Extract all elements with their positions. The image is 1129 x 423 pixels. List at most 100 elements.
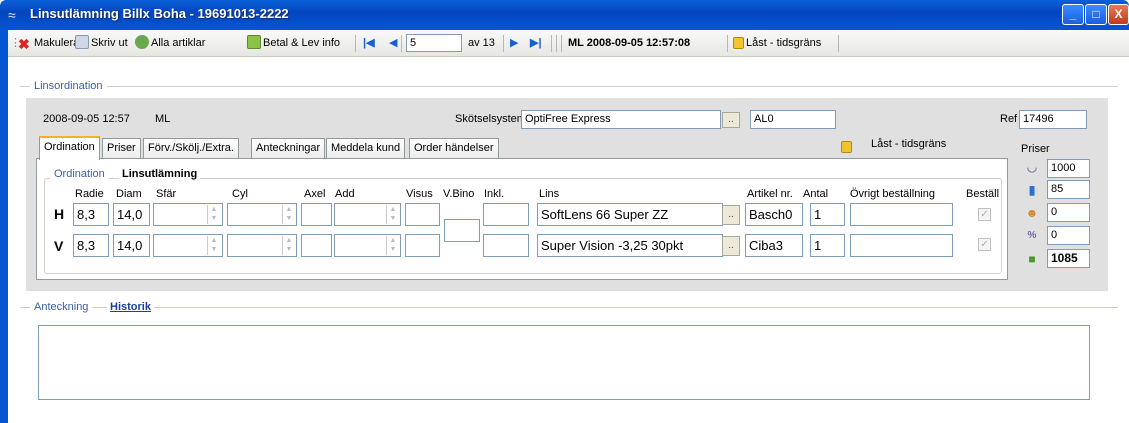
all-articles-button[interactable]: Alla artiklar	[135, 35, 205, 52]
axel-field-v[interactable]	[301, 234, 332, 257]
col-diam: Diam	[116, 188, 142, 200]
first-record-button[interactable]: |◀	[363, 35, 375, 52]
sfar-spinner-v[interactable]: ▲ ▼	[207, 236, 220, 255]
col-axel: Axel	[304, 188, 326, 200]
sfar-spinner-h[interactable]: ▲ ▼	[207, 205, 220, 224]
eye-label-h: H	[54, 206, 65, 222]
lock-icon	[841, 141, 852, 153]
notes-textarea[interactable]	[38, 325, 1090, 400]
axel-field-h[interactable]	[301, 203, 332, 226]
historik-link[interactable]: Historik	[107, 301, 154, 313]
printer-icon	[75, 35, 89, 49]
care-code-field[interactable]: AL0	[750, 110, 836, 129]
anteckning-legend: Anteckning	[30, 301, 93, 313]
other-order-field-h[interactable]	[850, 203, 953, 226]
diam-field-h[interactable]: 14,0	[113, 203, 150, 226]
radie-field-v[interactable]: 8,3	[73, 234, 109, 257]
qty-field-v[interactable]: 1	[810, 234, 845, 257]
col-visus: Visus	[406, 188, 433, 200]
col-bestall: Beställ	[966, 188, 1000, 200]
col-vbino: V.Bino	[443, 188, 475, 200]
previous-record-button[interactable]: ◀	[389, 35, 397, 52]
order-checkbox-v[interactable]: ✓	[978, 238, 991, 251]
care-system-field[interactable]: OptiFree Express	[521, 110, 721, 129]
prices-label: Priser	[1021, 143, 1050, 155]
lens-browse-button-h[interactable]: ..	[722, 205, 740, 225]
inkl-field-h[interactable]	[483, 203, 529, 226]
tab-forvaring[interactable]: Förv./Skölj./Extra.	[143, 138, 239, 158]
lock-icon	[733, 37, 744, 49]
window-border	[0, 30, 8, 423]
visus-field-h[interactable]	[405, 203, 440, 226]
pay-delivery-button[interactable]: Betal & Lev info	[247, 35, 340, 52]
tab-ordination[interactable]: Ordination	[39, 136, 100, 160]
col-inkl: Inkl.	[484, 188, 505, 200]
article-field-h[interactable]: Basch0	[745, 203, 803, 226]
record-number-input[interactable]: 5	[406, 34, 462, 52]
print-button[interactable]: Skriv ut	[75, 35, 128, 52]
cyl-spinner-v[interactable]: ▲ ▼	[282, 236, 295, 255]
lock-status-text: Låst - tidsgräns	[871, 138, 947, 150]
tab-priser[interactable]: Priser	[102, 138, 141, 158]
last-record-button[interactable]: ▶|	[530, 35, 542, 52]
record-total: av 13	[468, 37, 495, 49]
lens-browse-button-v[interactable]: ..	[722, 236, 740, 256]
visus-field-v[interactable]	[405, 234, 440, 257]
ref-label: Ref	[1000, 113, 1018, 125]
col-antal: Antal	[803, 188, 829, 200]
add-spinner-v[interactable]: ▲ ▼	[386, 236, 399, 255]
tab-anteckningar[interactable]: Anteckningar	[251, 138, 326, 158]
diam-field-v[interactable]: 14,0	[113, 234, 150, 257]
toolbar-separator	[561, 35, 562, 52]
lens-field-v[interactable]: Super Vision -3,25 30pkt	[537, 234, 723, 257]
care-system-browse-button[interactable]: ..	[722, 112, 740, 128]
next-record-button[interactable]: ▶	[510, 35, 518, 52]
money-icon: ■	[1028, 252, 1036, 266]
care-price-field[interactable]: 85	[1047, 180, 1090, 199]
minimize-button[interactable]: _	[1062, 4, 1084, 25]
toolbar-separator	[556, 35, 557, 52]
article-field-v[interactable]: Ciba3	[745, 234, 803, 257]
order-user: ML	[155, 113, 171, 125]
title-bar: ≈ Linsutlämning Billx Boha - 19691013-22…	[0, 0, 1129, 30]
ordination-subtitle: Linsutlämning	[119, 168, 201, 180]
record-stamp: ML 2008-09-05 12:57:08	[568, 37, 691, 49]
add-spinner-h[interactable]: ▲ ▼	[386, 205, 399, 224]
maximize-button[interactable]: □	[1085, 4, 1107, 25]
tab-meddela-kund[interactable]: Meddela kund	[326, 138, 406, 158]
toolbar-separator	[727, 35, 728, 52]
radie-field-h[interactable]: 8,3	[73, 203, 109, 226]
lens-field-h[interactable]: SoftLens 66 Super ZZ	[537, 203, 723, 226]
percent-field[interactable]: 0	[1047, 226, 1090, 245]
col-sfar: Sfär	[156, 188, 177, 200]
cancel-button[interactable]: ✖ Makulera	[18, 35, 79, 52]
money-icon	[247, 35, 261, 49]
cross-icon: ✖	[18, 36, 30, 52]
cyl-spinner-h[interactable]: ▲ ▼	[282, 205, 295, 224]
toolbar-separator	[551, 35, 552, 52]
order-checkbox-h[interactable]: ✓	[978, 208, 991, 221]
person-icon: ☻	[1025, 206, 1039, 220]
order-date: 2008-09-05 12:57	[43, 113, 130, 125]
lens-price-field[interactable]: 1000	[1047, 159, 1090, 178]
inkl-field-v[interactable]	[483, 234, 529, 257]
vbino-field[interactable]	[444, 219, 480, 242]
toolbar-separator	[838, 35, 839, 52]
col-ovrigt: Övrigt beställning	[850, 188, 935, 200]
toolbar-separator	[401, 35, 402, 52]
discount-field[interactable]: 0	[1047, 203, 1090, 222]
lock-status-button[interactable]: Låst - tidsgräns	[733, 35, 821, 52]
col-artikel: Artikel nr.	[747, 188, 793, 200]
toolbar: ⋮ ✖ Makulera Skriv ut Alla artiklar Betal…	[8, 30, 1129, 57]
app-icon: ≈	[8, 7, 16, 23]
care-system-label: Skötselsystem	[455, 113, 526, 125]
window-title: Linsutlämning Billx Boha - 19691013-2222	[30, 6, 289, 21]
tab-order-handelser[interactable]: Order händelser	[409, 138, 499, 158]
toolbar-separator	[355, 35, 356, 52]
qty-field-h[interactable]: 1	[810, 203, 845, 226]
col-cyl: Cyl	[232, 188, 248, 200]
ordination-legend: Ordination	[50, 168, 109, 180]
other-order-field-v[interactable]	[850, 234, 953, 257]
ref-field[interactable]: 17496	[1019, 110, 1087, 129]
close-button[interactable]: X	[1108, 4, 1129, 25]
